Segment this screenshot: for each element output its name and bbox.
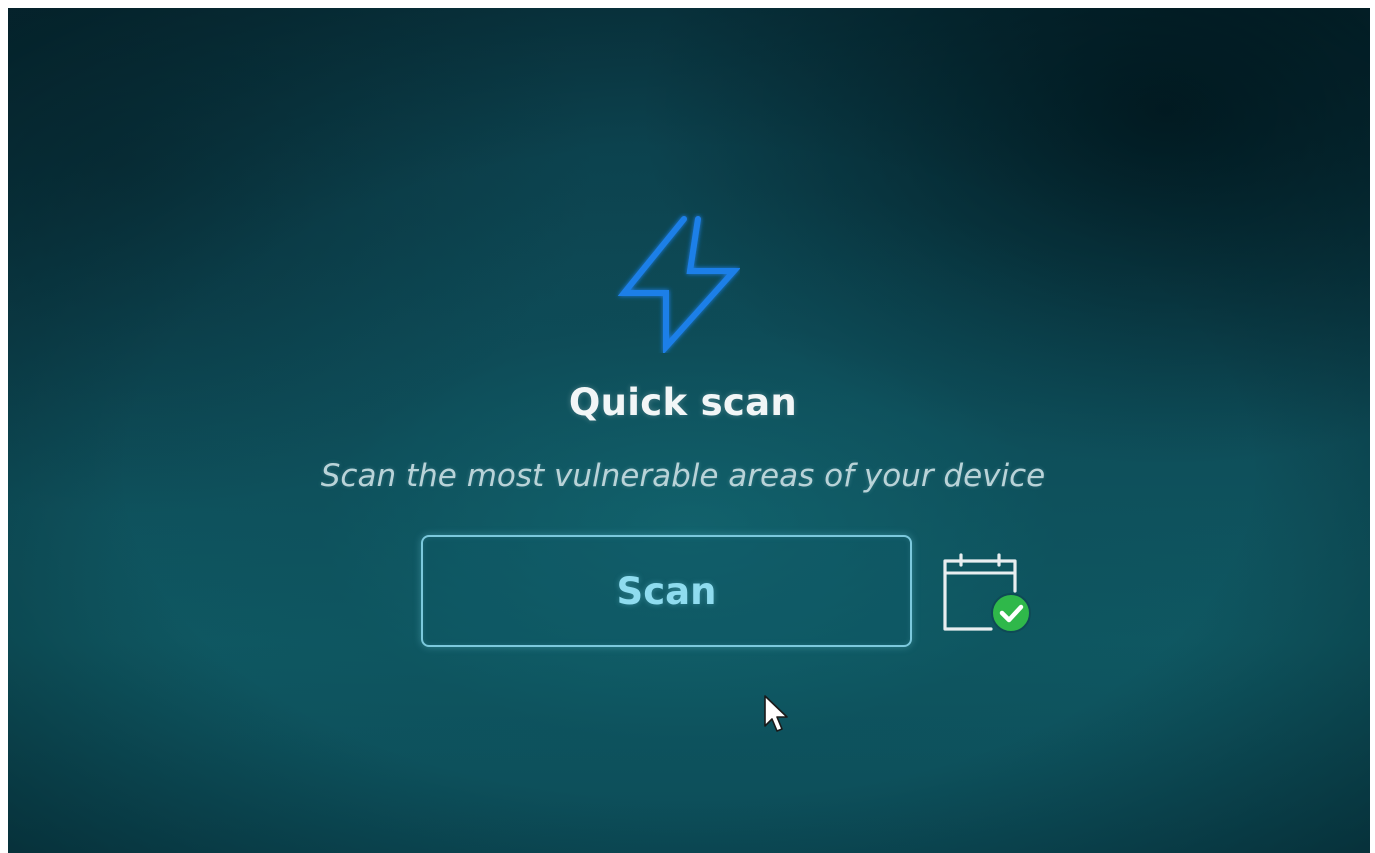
- lightning-bolt-icon: [617, 216, 740, 353]
- scan-button[interactable]: Scan: [421, 535, 912, 647]
- page-title: Quick scan: [568, 381, 798, 424]
- screen-vignette: [8, 8, 1370, 853]
- calendar-check-icon[interactable]: [933, 553, 1033, 635]
- scan-description-text: Scan the most vulnerable areas of your d…: [320, 458, 1046, 494]
- scan-description: Scan the most vulnerable areas of your d…: [8, 458, 1358, 494]
- scan-button-label: Scan: [616, 569, 717, 613]
- screen-frame: Quick scan Scan the most vulnerable area…: [8, 8, 1370, 853]
- mouse-cursor-icon: [764, 695, 788, 732]
